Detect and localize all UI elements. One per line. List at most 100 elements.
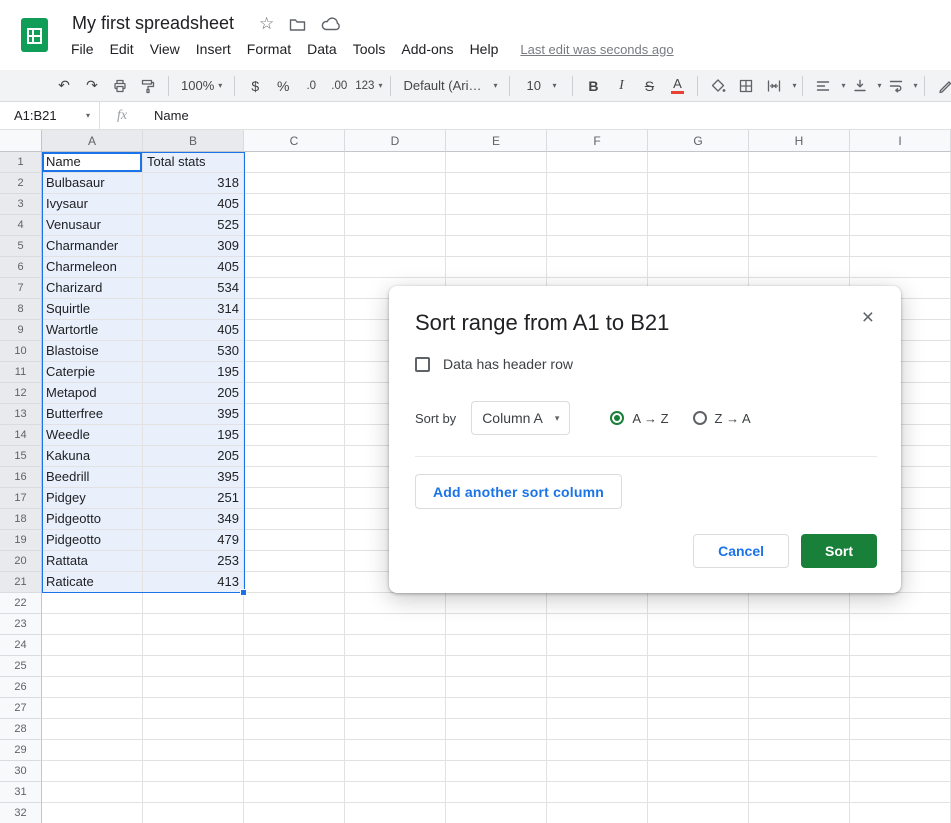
menu-data[interactable]: Data [299,38,345,60]
cell-F2[interactable] [547,173,648,194]
cell-H30[interactable] [749,761,850,782]
row-header-27[interactable]: 27 [0,698,42,719]
cell-C30[interactable] [244,761,345,782]
cell-D4[interactable] [345,215,446,236]
cell-G29[interactable] [648,740,749,761]
increase-decimal-button[interactable]: .00 [327,74,351,98]
close-icon[interactable]: × [862,306,874,330]
cell-E32[interactable] [446,803,547,823]
cell-I29[interactable] [850,740,951,761]
cell-C9[interactable] [244,320,345,341]
row-header-15[interactable]: 15 [0,446,42,467]
cell-E6[interactable] [446,257,547,278]
cell-F3[interactable] [547,194,648,215]
cloud-status-icon[interactable] [321,17,341,31]
cell-D6[interactable] [345,257,446,278]
cell-B17[interactable]: 251 [143,488,244,509]
cell-G22[interactable] [648,593,749,614]
cell-D27[interactable] [345,698,446,719]
cell-H2[interactable] [749,173,850,194]
cell-F23[interactable] [547,614,648,635]
cell-D29[interactable] [345,740,446,761]
row-header-11[interactable]: 11 [0,362,42,383]
sort-button[interactable]: Sort [801,534,877,568]
cell-F1[interactable] [547,152,648,173]
header-row-checkbox[interactable] [415,356,430,372]
row-header-9[interactable]: 9 [0,320,42,341]
cell-A6[interactable]: Charmeleon [42,257,143,278]
cell-I30[interactable] [850,761,951,782]
cell-A25[interactable] [42,656,143,677]
cell-A2[interactable]: Bulbasaur [42,173,143,194]
cell-C20[interactable] [244,551,345,572]
redo-icon[interactable]: ↷ [80,74,104,98]
menu-add-ons[interactable]: Add-ons [393,38,461,60]
row-header-7[interactable]: 7 [0,278,42,299]
cell-G4[interactable] [648,215,749,236]
cell-H29[interactable] [749,740,850,761]
cell-B14[interactable]: 195 [143,425,244,446]
cell-A12[interactable]: Metapod [42,383,143,404]
text-wrap-icon[interactable] [884,74,908,98]
cell-G6[interactable] [648,257,749,278]
cell-H31[interactable] [749,782,850,803]
cell-C12[interactable] [244,383,345,404]
cell-B12[interactable]: 205 [143,383,244,404]
cell-I32[interactable] [850,803,951,823]
cell-D2[interactable] [345,173,446,194]
format-percent-button[interactable]: % [271,74,295,98]
strikethrough-button[interactable]: S [637,74,661,98]
row-header-19[interactable]: 19 [0,530,42,551]
more-formats-button[interactable]: 123 ▾ [355,74,382,98]
row-header-30[interactable]: 30 [0,761,42,782]
cell-B18[interactable]: 349 [143,509,244,530]
row-header-8[interactable]: 8 [0,299,42,320]
cell-B19[interactable]: 479 [143,530,244,551]
cell-A4[interactable]: Venusaur [42,215,143,236]
cell-F25[interactable] [547,656,648,677]
decrease-decimal-button[interactable]: .0 [299,74,323,98]
borders-icon[interactable] [734,74,758,98]
row-header-29[interactable]: 29 [0,740,42,761]
cell-I27[interactable] [850,698,951,719]
cell-A27[interactable] [42,698,143,719]
zoom-select[interactable]: 100% ▾ [177,74,226,98]
italic-button[interactable]: I [609,74,633,98]
undo-icon[interactable]: ↶ [52,74,76,98]
cell-H1[interactable] [749,152,850,173]
row-header-13[interactable]: 13 [0,404,42,425]
cell-A20[interactable]: Rattata [42,551,143,572]
cell-A10[interactable]: Blastoise [42,341,143,362]
cell-H23[interactable] [749,614,850,635]
cell-C6[interactable] [244,257,345,278]
row-header-28[interactable]: 28 [0,719,42,740]
bold-button[interactable]: B [581,74,605,98]
cell-B5[interactable]: 309 [143,236,244,257]
cell-F32[interactable] [547,803,648,823]
cell-C4[interactable] [244,215,345,236]
row-header-20[interactable]: 20 [0,551,42,572]
cell-D25[interactable] [345,656,446,677]
cell-G26[interactable] [648,677,749,698]
cell-B29[interactable] [143,740,244,761]
column-header-G[interactable]: G [648,130,749,152]
cell-E4[interactable] [446,215,547,236]
cell-A26[interactable] [42,677,143,698]
cell-E25[interactable] [446,656,547,677]
cell-A22[interactable] [42,593,143,614]
cell-B22[interactable] [143,593,244,614]
cell-I5[interactable] [850,236,951,257]
cell-B16[interactable]: 395 [143,467,244,488]
cell-G28[interactable] [648,719,749,740]
cell-A32[interactable] [42,803,143,823]
row-header-1[interactable]: 1 [0,152,42,173]
cell-F30[interactable] [547,761,648,782]
cell-F29[interactable] [547,740,648,761]
chevron-down-icon[interactable]: ▾ [914,81,918,90]
cell-H32[interactable] [749,803,850,823]
cell-C27[interactable] [244,698,345,719]
column-header-A[interactable]: A [42,130,143,152]
cell-H28[interactable] [749,719,850,740]
cell-E22[interactable] [446,593,547,614]
row-header-21[interactable]: 21 [0,572,42,593]
